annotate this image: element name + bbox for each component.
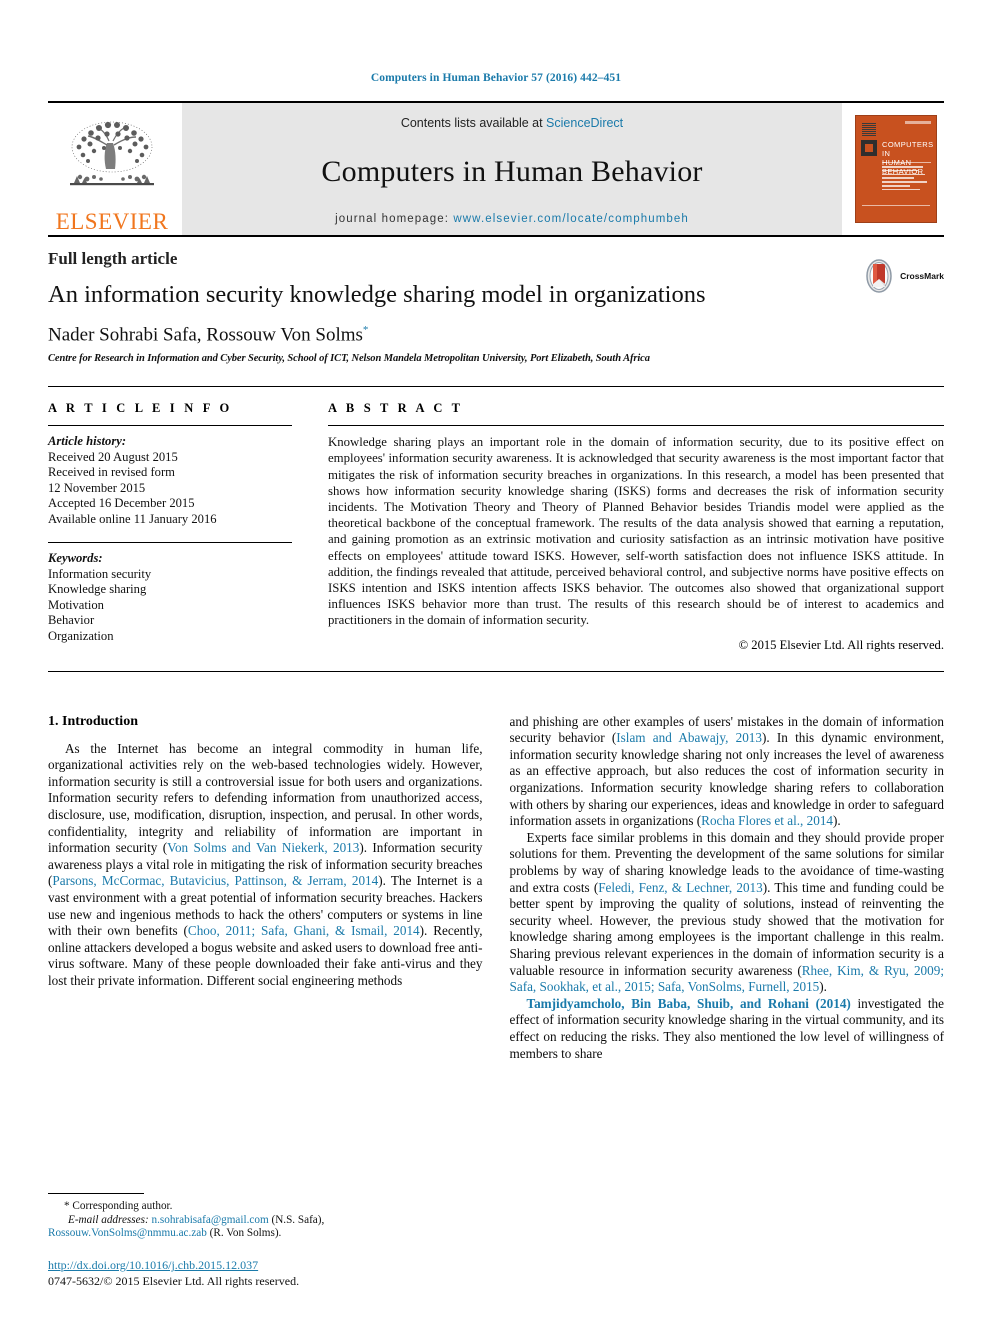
cover-divider	[882, 162, 931, 163]
article-info-column: A R T I C L E I N F O Article history: R…	[48, 401, 292, 652]
citation-link[interactable]: Von Solms and Van Niekerk, 2013	[167, 840, 359, 855]
paragraph: Tamjidyamcholo, Bin Baba, Shuib, and Roh…	[510, 996, 945, 1062]
history-item: 12 November 2015	[48, 480, 146, 495]
cover-text-lines	[882, 166, 930, 192]
article-info-heading: A R T I C L E I N F O	[48, 401, 233, 416]
crossmark-label: CrossMark	[900, 271, 944, 281]
email-link-2[interactable]: Rossouw.VonSolms@nmmu.ac.zab	[48, 1227, 207, 1239]
abstract-copyright: © 2015 Elsevier Ltd. All rights reserved…	[738, 637, 944, 652]
article-history-label: Article history:	[48, 434, 127, 449]
keywords-group: Keywords: Information security Knowledge…	[48, 551, 292, 644]
keywords-divider	[48, 542, 292, 544]
keyword-item: Motivation	[48, 597, 104, 612]
keyword-item: Knowledge sharing	[48, 582, 147, 597]
journal-homepage-link[interactable]: www.elsevier.com/locate/comphumbeh	[453, 213, 689, 225]
abstract-heading: A B S T R A C T	[328, 401, 464, 416]
author-list: Nader Sohrabi Safa, Rossouw Von Solms*	[48, 324, 944, 346]
citation-link[interactable]: Choo, 2011; Safa, Ghani, & Ismail, 2014	[188, 923, 420, 938]
body-column-left: 1. Introduction As the Internet has beco…	[48, 714, 483, 1062]
cover-top-mark	[905, 121, 931, 124]
citation-link[interactable]: Feledi, Fenz, & Lechner, 2013	[598, 880, 763, 895]
sciencedirect-link[interactable]: ScienceDirect	[546, 116, 623, 130]
journal-masthead: ELSEVIER Contents lists available at Sci…	[48, 101, 944, 235]
paragraph: and phishing are other examples of users…	[510, 714, 945, 830]
paragraph: As the Internet has become an integral c…	[48, 741, 483, 990]
citation-link[interactable]: Islam and Abawajy, 2013	[616, 730, 762, 745]
running-head: Computers in Human Behavior 57 (2016) 44…	[370, 72, 622, 84]
article-type: Full length article	[48, 249, 178, 268]
issn-copyright-line: 0747-5632/© 2015 Elsevier Ltd. All right…	[48, 1274, 300, 1288]
keyword-item: Organization	[48, 628, 114, 643]
crossmark-badge[interactable]: CrossMark	[862, 259, 944, 293]
abstract-divider	[328, 425, 944, 427]
corresponding-text: Corresponding author.	[69, 1200, 173, 1213]
cover-bottom-divider	[862, 205, 930, 206]
body-text: ).	[819, 979, 827, 995]
cover-title-line1: COMPUTERS IN	[882, 140, 934, 158]
keyword-item: Information security	[48, 566, 152, 581]
email-label: E-mail addresses:	[68, 1213, 149, 1226]
body-columns: 1. Introduction As the Internet has beco…	[48, 714, 944, 1062]
info-abstract-section: A R T I C L E I N F O Article history: R…	[48, 386, 944, 652]
article-history-group: Article history: Received 20 August 2015…	[48, 434, 292, 527]
affiliation: Centre for Research in Information and C…	[48, 353, 650, 365]
paper-page: Computers in Human Behavior 57 (2016) 44…	[0, 0, 992, 1323]
corresponding-author-marker: *	[362, 323, 369, 336]
email-owner-2: (R. Von Solms).	[206, 1227, 282, 1240]
article-info-divider	[48, 425, 292, 427]
history-item: Accepted 16 December 2015	[48, 496, 195, 511]
cover-barcode-icon	[862, 122, 876, 136]
author-names: Nader Sohrabi Safa, Rossouw Von Solms	[48, 324, 363, 346]
citation-link[interactable]: Parsons, McCormac, Butavicius, Pattinson…	[52, 873, 378, 888]
paragraph: Experts face similar problems in this do…	[510, 830, 945, 996]
title-block: Full length article An information secur…	[48, 235, 944, 364]
keywords-label: Keywords:	[48, 551, 103, 566]
keyword-item: Behavior	[48, 613, 95, 628]
crossmark-icon	[866, 259, 892, 293]
abstract-column: A B S T R A C T Knowledge sharing plays …	[328, 401, 944, 652]
footnote-rule	[48, 1193, 144, 1195]
email-link-1[interactable]: n.sohrabisafa@gmail.com	[151, 1214, 268, 1226]
body-column-right: and phishing are other examples of users…	[510, 714, 945, 1062]
abstract-bottom-rule	[48, 670, 944, 672]
cover-image: COMPUTERS IN HUMAN BEHAVIOR	[856, 116, 936, 222]
journal-title: Computers in Human Behavior	[321, 154, 703, 188]
citation-link[interactable]: Rocha Flores et al., 2014	[701, 813, 833, 828]
doi-link[interactable]: http://dx.doi.org/10.1016/j.chb.2015.12.…	[48, 1258, 482, 1273]
page-title: An information security knowledge sharin…	[48, 281, 706, 308]
doi-block: http://dx.doi.org/10.1016/j.chb.2015.12.…	[48, 1258, 482, 1289]
section-heading-introduction: 1. Introduction	[48, 713, 138, 729]
abstract-text: Knowledge sharing plays an important rol…	[328, 435, 944, 628]
elsevier-wordmark: ELSEVIER	[55, 209, 169, 234]
citation-link[interactable]: Tamjidyamcholo, Bin Baba, Shuib, and Roh…	[527, 996, 851, 1011]
corresponding-author-note: * Corresponding author. E-mail addresses…	[48, 1200, 482, 1241]
history-item: Received 20 August 2015	[48, 449, 178, 464]
history-item: Available online 11 January 2016	[48, 511, 217, 526]
history-item: Received in revised form	[48, 465, 175, 480]
body-text: ).	[833, 813, 841, 829]
elsevier-logo: ELSEVIER	[48, 103, 176, 235]
footnote-block: * Corresponding author. E-mail addresses…	[48, 1193, 482, 1289]
corresponding-marker: *	[64, 1200, 70, 1213]
journal-homepage-line: journal homepage: www.elsevier.com/locat…	[335, 213, 689, 225]
body-text: As the Internet has become an integral c…	[48, 740, 483, 856]
cover-logo-icon	[861, 140, 877, 156]
journal-band: Contents lists available at ScienceDirec…	[182, 103, 842, 235]
contents-available-line: Contents lists available at ScienceDirec…	[401, 116, 623, 130]
contents-prefix: Contents lists available at	[400, 116, 547, 130]
email-owner-1: (N.S. Safa),	[268, 1213, 325, 1226]
elsevier-tree-icon	[70, 121, 154, 186]
journal-cover-thumbnail: COMPUTERS IN HUMAN BEHAVIOR	[848, 103, 944, 235]
homepage-prefix: journal homepage:	[335, 213, 454, 225]
